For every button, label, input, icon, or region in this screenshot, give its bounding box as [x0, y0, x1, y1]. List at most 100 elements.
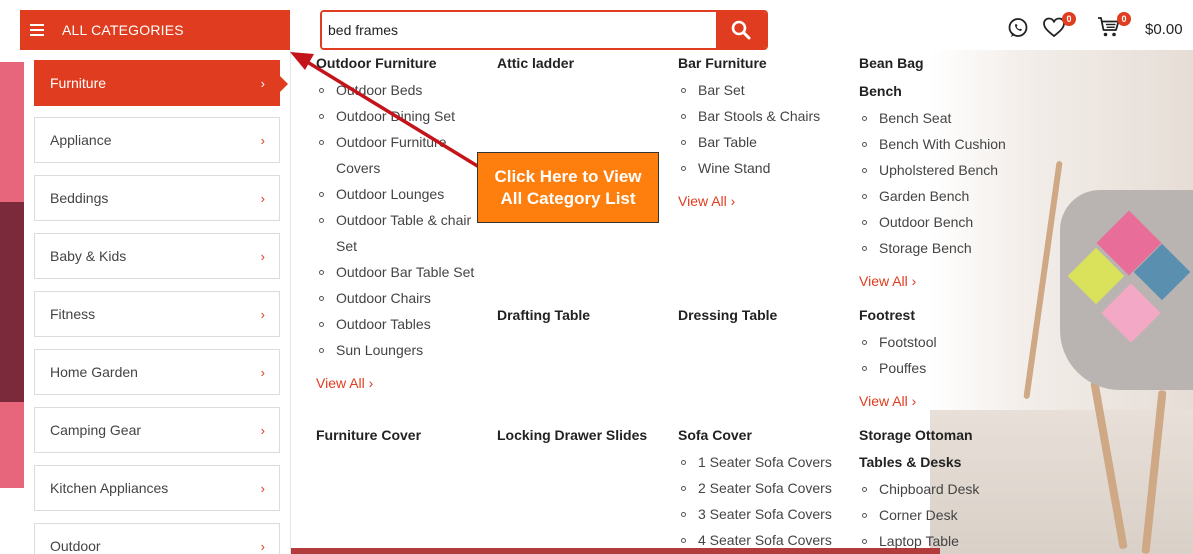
- category-sidebar: Furniture › Appliance › Beddings › Baby …: [24, 50, 291, 554]
- menu-item[interactable]: 3 Seater Sofa Covers: [678, 501, 843, 527]
- sidebar-item-label: Home Garden: [50, 364, 138, 380]
- menu-heading[interactable]: Outdoor Furniture: [316, 50, 481, 77]
- whatsapp-icon: [1008, 18, 1028, 37]
- sidebar-item-appliance[interactable]: Appliance ›: [34, 117, 280, 163]
- menu-item[interactable]: Outdoor Bar Table Set: [316, 259, 481, 285]
- menu-item[interactable]: Chipboard Desk: [859, 476, 1024, 502]
- search-button[interactable]: [716, 12, 766, 48]
- sidebar-item-baby-kids[interactable]: Baby & Kids ›: [34, 233, 280, 279]
- wishlist-button[interactable]: 0: [1042, 12, 1076, 42]
- chevron-right-icon: ›: [260, 132, 265, 148]
- menu-heading[interactable]: Drafting Table: [497, 302, 590, 329]
- menu-heading[interactable]: Locking Drawer Slides: [497, 422, 647, 449]
- menu-item[interactable]: 4 Seater Sofa Covers: [678, 527, 843, 553]
- menu-heading[interactable]: Bench: [859, 78, 1024, 105]
- menu-item[interactable]: 1 Seater Sofa Covers: [678, 449, 843, 475]
- menu-item[interactable]: Outdoor Furniture Covers: [316, 129, 456, 181]
- menu-item[interactable]: Laptop Table: [859, 528, 1024, 554]
- menu-list: 1 Seater Sofa Covers 2 Seater Sofa Cover…: [678, 449, 843, 553]
- menu-item[interactable]: Upholstered Bench: [859, 157, 1024, 183]
- menu-group-footrest: Footrest Footstool Pouffes View All ›: [859, 302, 1024, 409]
- menu-item[interactable]: Outdoor Bench: [859, 209, 1024, 235]
- menu-item[interactable]: Pouffes: [859, 355, 1024, 381]
- chevron-right-icon: ›: [260, 248, 265, 264]
- view-all-label: View All: [316, 375, 365, 391]
- all-categories-label: ALL CATEGORIES: [62, 22, 184, 38]
- cart-total[interactable]: $0.00: [1145, 21, 1183, 38]
- menu-heading[interactable]: Bar Furniture: [678, 50, 843, 77]
- sidebar-item-camping-gear[interactable]: Camping Gear ›: [34, 407, 280, 453]
- annotation-line-2: All Category List: [500, 188, 636, 208]
- all-categories-button[interactable]: ALL CATEGORIES: [20, 10, 290, 50]
- view-all-link[interactable]: View All ›: [859, 273, 1024, 289]
- menu-item[interactable]: 2 Seater Sofa Covers: [678, 475, 843, 501]
- menu-group-locking-drawer-slides: Locking Drawer Slides: [497, 422, 647, 449]
- menu-group-sofa-cover: Sofa Cover 1 Seater Sofa Covers 2 Seater…: [678, 422, 843, 553]
- sidebar-item-kitchen-appliances[interactable]: Kitchen Appliances ›: [34, 465, 280, 511]
- annotation-callout: Click Here to View All Category List: [477, 152, 659, 223]
- menu-list: Bench Seat Bench With Cushion Upholstere…: [859, 105, 1024, 261]
- menu-item[interactable]: Outdoor Lounges: [316, 181, 481, 207]
- menu-item[interactable]: Bench Seat: [859, 105, 1024, 131]
- sidebar-item-furniture[interactable]: Furniture ›: [34, 60, 288, 106]
- menu-heading[interactable]: Footrest: [859, 302, 1024, 329]
- view-all-link[interactable]: View All ›: [316, 375, 481, 391]
- menu-item[interactable]: Sun Loungers: [316, 337, 481, 363]
- sidebar-item-beddings[interactable]: Beddings ›: [34, 175, 280, 221]
- menu-heading[interactable]: Sofa Cover: [678, 422, 843, 449]
- menu-item[interactable]: Outdoor Tables: [316, 311, 481, 337]
- cart-button[interactable]: 0: [1097, 12, 1131, 42]
- sidebar-item-label: Beddings: [50, 190, 109, 206]
- menu-heading[interactable]: Storage Ottoman: [859, 422, 973, 449]
- menu-item[interactable]: Outdoor Chairs: [316, 285, 481, 311]
- chair-image: [1060, 190, 1193, 390]
- search-icon: [731, 20, 751, 40]
- menu-item[interactable]: Bar Set: [678, 77, 843, 103]
- menu-item[interactable]: Outdoor Beds: [316, 77, 481, 103]
- sidebar-item-outdoor[interactable]: Outdoor ›: [34, 523, 280, 554]
- banner-background-left: [0, 62, 24, 488]
- menu-item[interactable]: Outdoor Dining Set: [316, 103, 481, 129]
- hamburger-icon: [30, 24, 44, 36]
- menu-group-furniture-cover: Furniture Cover: [316, 422, 421, 449]
- menu-list: Footstool Pouffes: [859, 329, 1024, 381]
- search-input[interactable]: [322, 12, 716, 48]
- sidebar-item-label: Furniture: [50, 75, 107, 91]
- banner-decor: [4, 92, 22, 136]
- menu-heading[interactable]: Bean Bag: [859, 50, 924, 77]
- mega-menu: Outdoor Furniture Outdoor Beds Outdoor D…: [291, 50, 1011, 554]
- cart-count-badge: 0: [1117, 12, 1131, 26]
- chevron-right-icon: ›: [260, 190, 265, 206]
- menu-list: Chipboard Desk Corner Desk Laptop Table: [859, 476, 1024, 554]
- view-all-link[interactable]: View All ›: [678, 193, 843, 209]
- menu-item[interactable]: Wine Stand: [678, 155, 843, 181]
- whatsapp-button[interactable]: [1007, 17, 1029, 43]
- menu-item[interactable]: Bar Table: [678, 129, 843, 155]
- menu-item[interactable]: Storage Bench: [859, 235, 1024, 261]
- menu-heading[interactable]: Furniture Cover: [316, 422, 421, 449]
- view-all-label: View All: [859, 393, 908, 409]
- menu-item[interactable]: Bench With Cushion: [859, 131, 1024, 157]
- view-all-label: View All: [678, 193, 727, 209]
- menu-item[interactable]: Bar Stools & Chairs: [678, 103, 843, 129]
- menu-heading[interactable]: Attic ladder: [497, 50, 574, 77]
- menu-item[interactable]: Outdoor Table & chair Set: [316, 207, 476, 259]
- annotation-line-1: Click Here to View: [494, 166, 642, 186]
- chevron-right-icon: ›: [260, 538, 265, 554]
- menu-heading[interactable]: Dressing Table: [678, 302, 777, 329]
- sidebar-item-home-garden[interactable]: Home Garden ›: [34, 349, 280, 395]
- view-all-link[interactable]: View All ›: [859, 393, 1024, 409]
- menu-item[interactable]: Corner Desk: [859, 502, 1024, 528]
- menu-item[interactable]: Footstool: [859, 329, 1024, 355]
- menu-item[interactable]: Garden Bench: [859, 183, 1024, 209]
- menu-group-drafting-table: Drafting Table: [497, 302, 590, 329]
- menu-group-bench: Bench Bench Seat Bench With Cushion Upho…: [859, 78, 1024, 289]
- chevron-right-icon: ›: [260, 422, 265, 438]
- search-bar: [320, 10, 768, 50]
- wishlist-count-badge: 0: [1062, 12, 1076, 26]
- menu-heading[interactable]: Tables & Desks: [859, 449, 1024, 476]
- menu-group-storage-ottoman: Storage Ottoman: [859, 422, 973, 449]
- sidebar-item-label: Outdoor: [50, 538, 101, 554]
- sidebar-item-fitness[interactable]: Fitness ›: [34, 291, 280, 337]
- chevron-right-icon: ›: [260, 364, 265, 380]
